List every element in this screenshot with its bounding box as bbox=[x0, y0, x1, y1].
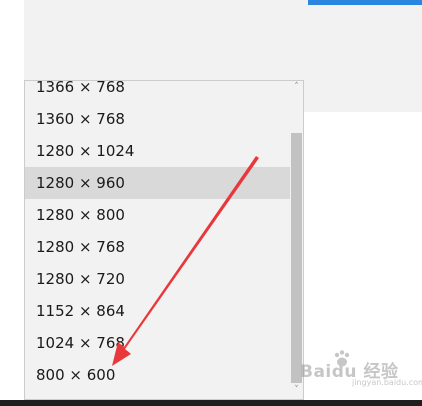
accent-button-edge[interactable] bbox=[308, 0, 422, 5]
resolution-option-label: 1280 × 720 bbox=[36, 270, 125, 288]
scrollbar-thumb[interactable] bbox=[291, 133, 302, 383]
resolution-option-label: 1280 × 1024 bbox=[36, 142, 135, 160]
resolution-option-label: 1024 × 768 bbox=[36, 334, 125, 352]
baidu-watermark: Baidu 经验 jingyan.baidu.com bbox=[300, 349, 422, 389]
resolution-option-label: 1280 × 768 bbox=[36, 238, 125, 256]
resolution-option[interactable]: 800 × 600 bbox=[25, 359, 291, 391]
resolution-option[interactable]: 1280 × 800 bbox=[25, 199, 291, 231]
resolution-option-label: 1366 × 768 bbox=[36, 80, 125, 96]
resolution-option[interactable]: 1280 × 1024 bbox=[25, 135, 291, 167]
resolution-option[interactable]: 1360 × 768 bbox=[25, 103, 291, 135]
resolution-option-label: 1280 × 960 bbox=[36, 174, 125, 192]
resolution-option-label: 800 × 600 bbox=[36, 366, 116, 384]
resolution-option[interactable]: 1280 × 768 bbox=[25, 231, 291, 263]
resolution-option-label: 1280 × 800 bbox=[36, 206, 125, 224]
resolution-option[interactable]: 1024 × 768 bbox=[25, 327, 291, 359]
taskbar-strip bbox=[0, 400, 422, 406]
scroll-up-icon[interactable]: ˄ bbox=[290, 81, 303, 94]
watermark-subtext: jingyan.baidu.com bbox=[352, 378, 422, 387]
resolution-dropdown-list[interactable]: 1366 × 768 1360 × 768 1280 × 1024 1280 ×… bbox=[24, 80, 304, 400]
resolution-option-label: 1360 × 768 bbox=[36, 110, 125, 128]
resolution-option[interactable]: 1366 × 768 bbox=[25, 80, 291, 103]
resolution-option[interactable]: 1152 × 864 bbox=[25, 295, 291, 327]
resolution-option-label: 1152 × 864 bbox=[36, 302, 125, 320]
resolution-option[interactable]: 1280 × 720 bbox=[25, 263, 291, 295]
resolution-option-selected[interactable]: 1280 × 960 bbox=[25, 167, 291, 199]
